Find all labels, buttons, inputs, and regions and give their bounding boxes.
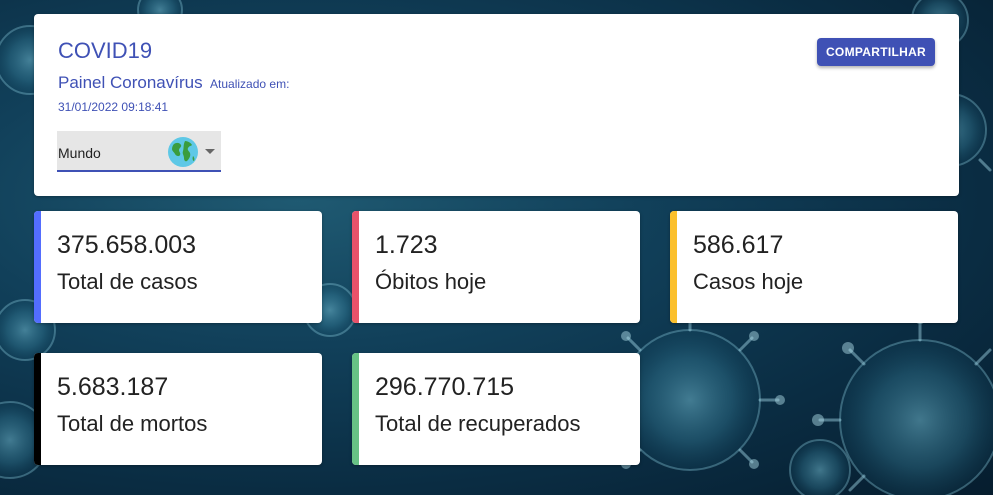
stat-accent-bar [670, 211, 677, 323]
chevron-down-icon [205, 149, 215, 154]
stat-label: Total de casos [57, 269, 198, 294]
subtitle-row: Painel Coronavírus Atualizado em: [58, 73, 289, 93]
stat-value: 586.617 [693, 231, 784, 259]
stat-value: 5.683.187 [57, 373, 169, 401]
stat-label: Total de recuperados [375, 411, 581, 436]
share-button[interactable]: COMPARTILHAR [817, 38, 935, 66]
stat-accent-bar [34, 353, 41, 465]
region-select-value: Mundo [58, 145, 101, 161]
stat-value: 375.658.003 [57, 231, 197, 259]
stat-value: 296.770.715 [375, 373, 515, 401]
stat-accent-bar [34, 211, 41, 323]
globe-icon [168, 137, 198, 167]
stat-accent-bar [352, 211, 359, 323]
stat-value: 1.723 [375, 231, 438, 259]
dashboard-subtitle: Painel Coronavírus [58, 73, 203, 92]
stat-card-cases-today: 586.617 Casos hoje [670, 211, 958, 323]
stat-card-total-deaths: 5.683.187 Total de mortos [34, 353, 322, 465]
stat-label: Total de mortos [57, 411, 208, 436]
stat-card-total-cases: 375.658.003 Total de casos [34, 211, 322, 323]
stat-label: Óbitos hoje [375, 269, 487, 294]
updated-label: Atualizado em: [210, 77, 290, 91]
stat-card-total-recovered: 296.770.715 Total de recuperados [352, 353, 640, 465]
header-card: COVID19 Painel Coronavírus Atualizado em… [34, 14, 959, 196]
app-title: COVID19 [58, 38, 153, 63]
updated-timestamp: 31/01/2022 09:18:41 [58, 100, 169, 114]
stat-card-deaths-today: 1.723 Óbitos hoje [352, 211, 640, 323]
stat-label: Casos hoje [693, 269, 804, 294]
stat-accent-bar [352, 353, 359, 465]
region-select[interactable]: Mundo [57, 131, 221, 172]
